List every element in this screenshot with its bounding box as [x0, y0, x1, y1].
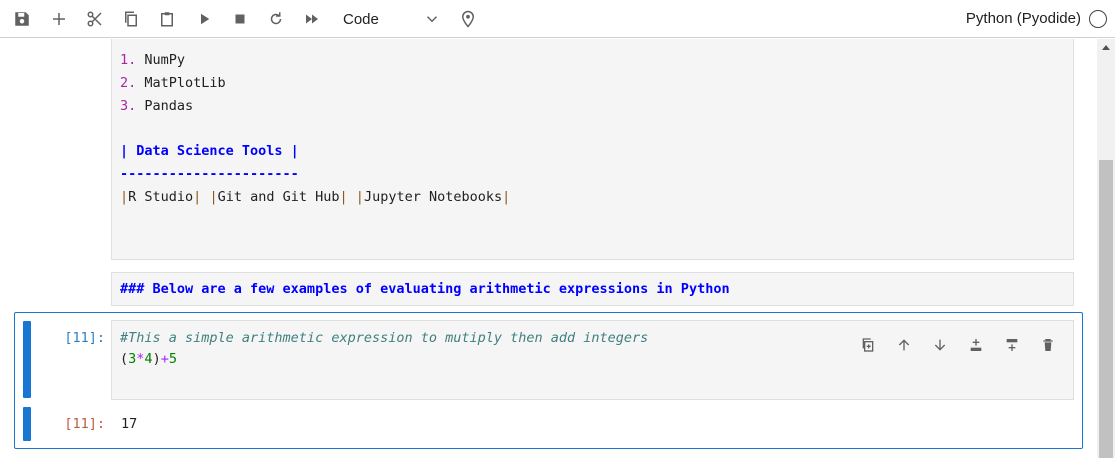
add-icon[interactable]	[48, 8, 70, 30]
code-comment: #This a simple arithmetic expression to …	[120, 330, 649, 346]
table-header: | Data Science Tools |	[120, 143, 299, 159]
move-down-icon[interactable]	[929, 334, 951, 356]
markdown-cell-editor[interactable]: 1. NumPy 2. MatPlotLib 3. Pandas | Data …	[111, 39, 1074, 260]
list-item: MatPlotLib	[144, 75, 226, 91]
fast-forward-icon[interactable]	[301, 8, 323, 30]
table-cell: Git and Git Hub	[217, 189, 340, 205]
table-pipe: |	[339, 189, 348, 205]
cut-icon[interactable]	[84, 8, 106, 30]
list-item: Pandas	[144, 98, 194, 114]
run-icon[interactable]	[193, 8, 215, 30]
table-cell: Jupyter Notebooks	[363, 189, 503, 205]
list-number: 3.	[120, 98, 137, 114]
kernel-status-icon	[1089, 10, 1107, 28]
list-number: 1.	[120, 52, 137, 68]
list-number: 2.	[120, 75, 137, 91]
cell-type-value: Code	[343, 10, 379, 28]
code-token: 5	[168, 351, 177, 367]
vertical-scrollbar[interactable]	[1097, 39, 1115, 458]
cell-type-select[interactable]: Code	[333, 6, 445, 32]
copy-icon[interactable]	[120, 8, 142, 30]
code-expression: (3*4)+5	[120, 351, 177, 367]
code-token: 4	[144, 351, 153, 367]
input-prompt: [11]:	[64, 330, 105, 346]
paste-icon[interactable]	[156, 8, 178, 30]
insert-below-icon[interactable]	[1001, 334, 1023, 356]
output-prompt: [11]:	[64, 416, 105, 432]
code-token: )	[152, 351, 161, 367]
location-icon[interactable]	[457, 8, 479, 30]
save-icon[interactable]	[11, 8, 33, 30]
insert-above-icon[interactable]	[965, 334, 987, 356]
scroll-up-icon[interactable]	[1102, 45, 1110, 50]
table-pipe: |	[355, 189, 364, 205]
table-separator: ----------------------	[120, 166, 299, 182]
code-token: +	[160, 351, 169, 367]
code-token: (	[120, 351, 129, 367]
notebook-panel: 1. NumPy 2. MatPlotLib 3. Pandas | Data …	[0, 39, 1097, 458]
duplicate-icon[interactable]	[857, 334, 879, 356]
code-cell[interactable]: [11]: #This a simple arithmetic expressi…	[14, 312, 1083, 449]
notebook-toolbar: Code Python (Pyodide)	[0, 0, 1115, 38]
scrollbar-thumb[interactable]	[1099, 160, 1113, 458]
chevron-down-icon	[423, 10, 441, 28]
table-pipe: |	[120, 189, 129, 205]
code-editor[interactable]: #This a simple arithmetic expression to …	[111, 320, 1074, 400]
restart-icon[interactable]	[265, 8, 287, 30]
markdown-cell-heading[interactable]: ### Below are a few examples of evaluati…	[111, 272, 1074, 306]
table-pipe: |	[193, 189, 202, 205]
move-up-icon[interactable]	[893, 334, 915, 356]
cell-toolbar	[857, 334, 1059, 356]
stop-icon[interactable]	[229, 8, 251, 30]
list-item: NumPy	[144, 52, 186, 68]
table-pipe: |	[502, 189, 511, 205]
table-pipe: |	[209, 189, 218, 205]
cell-output: 17	[121, 416, 138, 432]
delete-icon[interactable]	[1037, 334, 1059, 356]
table-cell: R Studio	[128, 189, 194, 205]
table-row: |R Studio| |Git and Git Hub| |Jupyter No…	[120, 189, 510, 205]
kernel-name[interactable]: Python (Pyodide)	[966, 10, 1081, 27]
